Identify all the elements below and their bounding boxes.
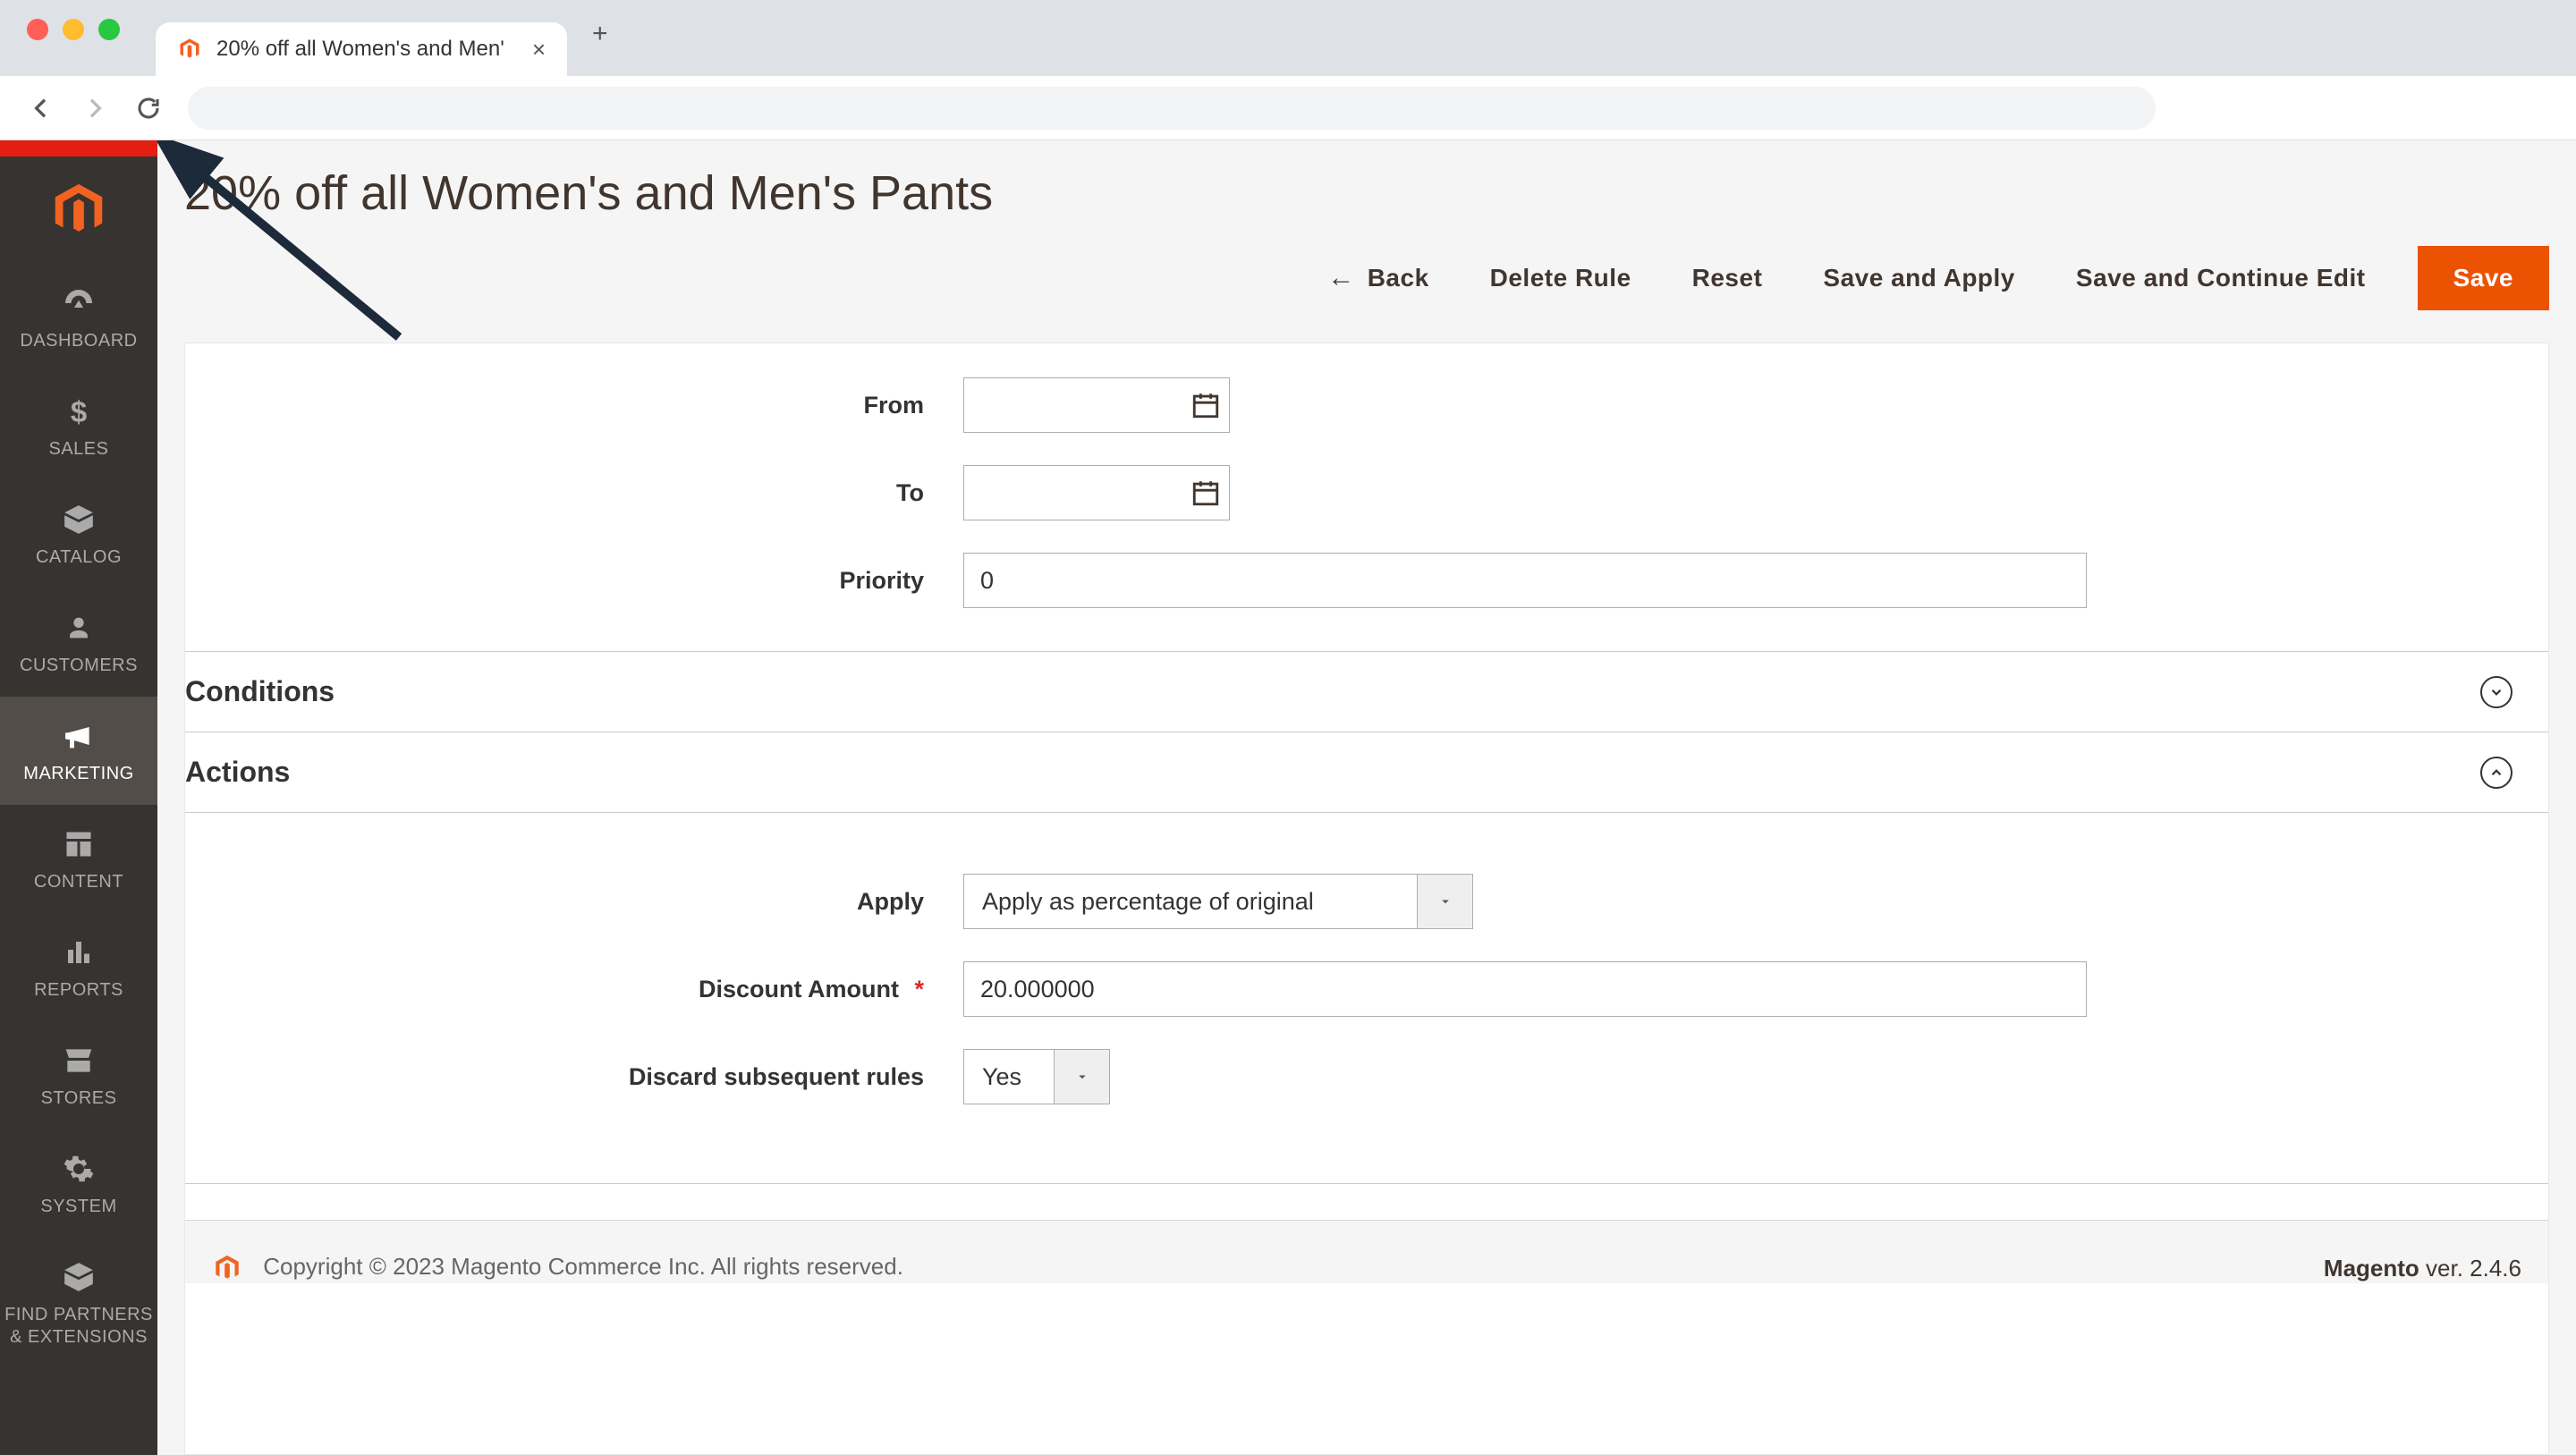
brand-strip: [0, 140, 157, 156]
box-icon: [59, 500, 98, 539]
layout-icon: [59, 825, 98, 864]
apply-label: Apply: [185, 888, 963, 916]
sidebar-item-customers[interactable]: CUSTOMERS: [0, 588, 157, 697]
nav-reload-icon[interactable]: [134, 94, 163, 123]
sidebar-item-reports[interactable]: REPORTS: [0, 913, 157, 1021]
sidebar-label: DASHBOARD: [20, 330, 137, 352]
magento-favicon-icon: [177, 37, 202, 62]
dollar-icon: $: [59, 392, 98, 431]
window-close-icon[interactable]: [27, 19, 48, 40]
form-area: From To: [184, 343, 2549, 1455]
back-label: Back: [1368, 264, 1429, 292]
footer-left: Copyright © 2023 Magento Commerce Inc. A…: [212, 1253, 903, 1283]
chevron-down-icon[interactable]: [2480, 676, 2512, 708]
priority-input[interactable]: [963, 553, 2087, 608]
required-asterisk: *: [914, 976, 924, 1002]
window-maximize-icon[interactable]: [98, 19, 120, 40]
gear-icon: [59, 1149, 98, 1189]
action-bar: ← Back Delete Rule Reset Save and Apply …: [157, 221, 2576, 343]
sidebar-item-dashboard[interactable]: DASHBOARD: [0, 264, 157, 372]
sidebar-item-system[interactable]: SYSTEM: [0, 1129, 157, 1238]
discount-label: Discount Amount *: [185, 976, 963, 1003]
field-row-to: To: [185, 449, 2548, 537]
sidebar-label: CATALOG: [36, 546, 122, 569]
discard-select[interactable]: Yes: [963, 1049, 1110, 1104]
magento-footer-icon: [212, 1253, 249, 1280]
copyright-text: Copyright © 2023 Magento Commerce Inc. A…: [263, 1253, 903, 1280]
browser-toolbar: [0, 76, 2576, 140]
window-controls: [0, 0, 147, 43]
page-title: 20% off all Women's and Men's Pants: [184, 165, 2549, 221]
sidebar-label: CUSTOMERS: [20, 655, 138, 677]
field-row-from: From: [185, 361, 2548, 449]
from-label: From: [185, 392, 963, 419]
save-continue-button[interactable]: Save and Continue Edit: [2067, 248, 2375, 309]
save-apply-button[interactable]: Save and Apply: [1814, 248, 2023, 309]
dropdown-arrow-icon: [1054, 1050, 1109, 1104]
magento-logo[interactable]: [0, 156, 157, 264]
sidebar-item-content[interactable]: CONTENT: [0, 805, 157, 913]
browser-tab-strip: 20% off all Women's and Men' × +: [0, 0, 2576, 76]
calendar-icon[interactable]: [1191, 478, 1221, 508]
version-label: Magento: [2324, 1255, 2419, 1282]
admin-footer: Copyright © 2023 Magento Commerce Inc. A…: [185, 1220, 2548, 1283]
nav-forward-icon: [80, 94, 109, 123]
new-tab-button[interactable]: +: [592, 19, 619, 46]
sidebar-item-marketing[interactable]: MARKETING: [0, 697, 157, 805]
field-row-discard: Discard subsequent rules Yes: [185, 1033, 2548, 1121]
actions-title: Actions: [185, 756, 290, 789]
conditions-title: Conditions: [185, 675, 335, 708]
save-button[interactable]: Save: [2418, 246, 2549, 310]
sidebar-item-partners[interactable]: FIND PARTNERS & EXTENSIONS: [0, 1238, 157, 1368]
reset-button[interactable]: Reset: [1683, 248, 1772, 309]
bars-icon: [59, 933, 98, 972]
svg-text:$: $: [71, 395, 87, 427]
main-content: 20% off all Women's and Men's Pants ← Ba…: [157, 140, 2576, 1455]
delete-rule-button[interactable]: Delete Rule: [1481, 248, 1640, 309]
apply-value: Apply as percentage of original: [964, 875, 1417, 928]
back-arrow-icon: ←: [1327, 263, 1355, 293]
window-minimize-icon[interactable]: [63, 19, 84, 40]
field-row-apply: Apply Apply as percentage of original: [185, 858, 2548, 945]
field-row-priority: Priority: [185, 537, 2548, 624]
nav-back-icon[interactable]: [27, 94, 55, 123]
discount-label-text: Discount Amount: [699, 976, 899, 1002]
priority-label: Priority: [185, 567, 963, 595]
to-label: To: [185, 479, 963, 507]
sidebar-item-stores[interactable]: STORES: [0, 1021, 157, 1129]
sidebar-label: REPORTS: [34, 979, 123, 1002]
sidebar-label: SYSTEM: [40, 1196, 116, 1218]
url-bar[interactable]: [188, 87, 2156, 130]
dashboard-icon: [59, 283, 98, 323]
discount-amount-input[interactable]: [963, 961, 2087, 1017]
sidebar-label: MARKETING: [23, 763, 133, 785]
apply-select[interactable]: Apply as percentage of original: [963, 874, 1473, 929]
puzzle-icon: [59, 1257, 98, 1297]
discard-label: Discard subsequent rules: [185, 1063, 963, 1091]
dropdown-arrow-icon: [1417, 875, 1472, 928]
calendar-icon[interactable]: [1191, 390, 1221, 420]
actions-section-header[interactable]: Actions: [185, 732, 2548, 813]
store-icon: [59, 1041, 98, 1080]
back-button[interactable]: ← Back: [1318, 247, 1437, 309]
tab-title: 20% off all Women's and Men': [216, 37, 504, 62]
sidebar-item-sales[interactable]: $ SALES: [0, 372, 157, 480]
actions-section-body: Apply Apply as percentage of original Di…: [185, 813, 2548, 1156]
admin-sidebar: DASHBOARD $ SALES CATALOG CUSTOMERS MARK…: [0, 140, 157, 1455]
sidebar-item-catalog[interactable]: CATALOG: [0, 480, 157, 588]
conditions-section-header[interactable]: Conditions: [185, 652, 2548, 732]
sidebar-label: CONTENT: [34, 871, 123, 893]
tab-close-icon[interactable]: ×: [532, 36, 546, 63]
footer-version: Magento ver. 2.4.6: [2324, 1255, 2521, 1282]
megaphone-icon: [59, 716, 98, 756]
discard-value: Yes: [964, 1050, 1054, 1104]
browser-tab[interactable]: 20% off all Women's and Men' ×: [156, 22, 567, 76]
field-row-discount: Discount Amount *: [185, 945, 2548, 1033]
sidebar-label: FIND PARTNERS & EXTENSIONS: [4, 1304, 154, 1349]
chevron-up-icon[interactable]: [2480, 757, 2512, 789]
version-text: ver. 2.4.6: [2419, 1255, 2521, 1282]
sidebar-label: STORES: [41, 1087, 117, 1110]
sidebar-label: SALES: [49, 438, 109, 461]
person-icon: [59, 608, 98, 647]
